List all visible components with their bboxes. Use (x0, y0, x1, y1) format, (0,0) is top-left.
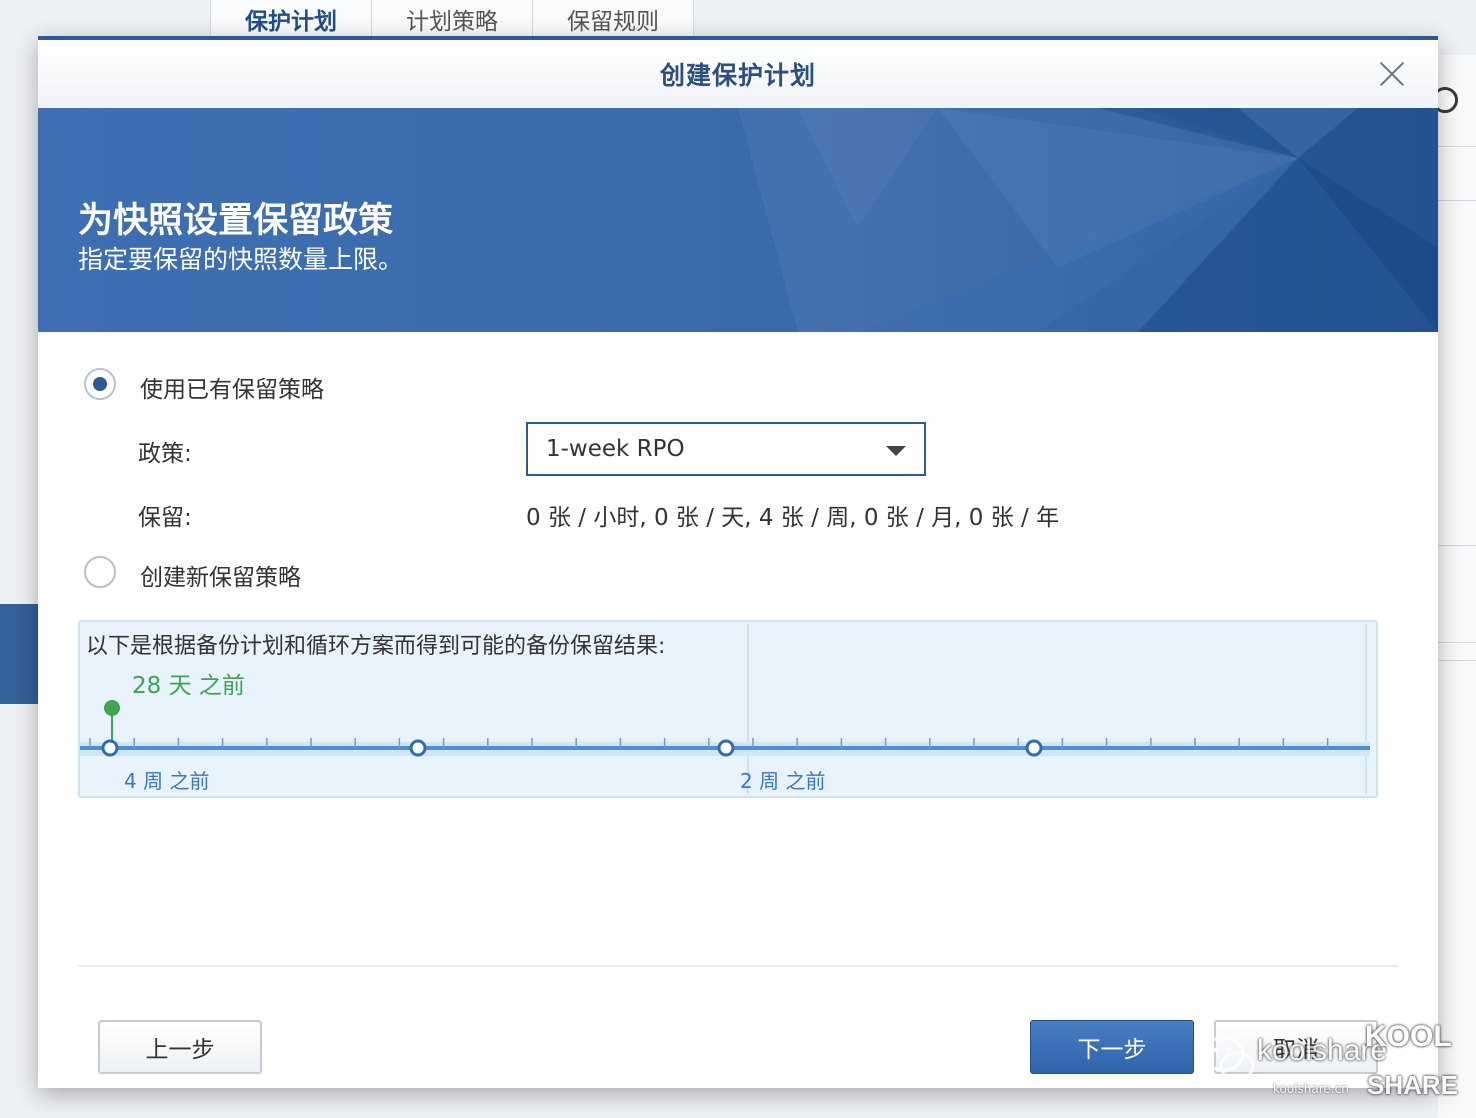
policy-select-value: 1-week RPO (546, 436, 685, 462)
banner-heading: 为快照设置保留政策 (78, 201, 394, 241)
snapshot-marker-green[interactable] (104, 700, 120, 716)
koolshare-watermark: koolshare koolshare.cn KOOL SHARE (1195, 1020, 1471, 1110)
background-divider (1438, 545, 1476, 546)
policy-select[interactable]: 1-week RPO (526, 422, 926, 476)
tab-plan-policy[interactable]: 计划策略 (371, 0, 532, 38)
footer-divider (78, 965, 1398, 967)
chevron-down-icon (886, 446, 906, 456)
previous-button[interactable]: 上一步 (98, 1020, 262, 1074)
tab-retention-rules[interactable]: 保留规则 (532, 0, 694, 38)
retention-label: 保留: (138, 505, 192, 531)
timeline-description: 以下是根据备份计划和循环方案而得到可能的备份保留结果: (86, 634, 666, 659)
timeline-tick-label: 2 周 之前 (740, 769, 826, 793)
timeline-marker-label: 28 天 之前 (132, 673, 245, 699)
snapshot-node[interactable] (1025, 739, 1043, 757)
wizard-banner: 为快照设置保留政策 指定要保留的快照数量上限。 (38, 108, 1438, 332)
close-icon[interactable] (1376, 58, 1408, 90)
retention-timeline: 以下是根据备份计划和循环方案而得到可能的备份保留结果: 28 天 之前 4 周 … (78, 620, 1378, 798)
create-protection-plan-dialog: 创建保护计划 为快照设置保留政策 指定要保留的快照数量上限。 使用已有保留策略 … (38, 36, 1438, 1088)
banner-subheading: 指定要保留的快照数量上限。 (78, 245, 404, 274)
next-button[interactable]: 下一步 (1030, 1020, 1194, 1074)
snapshot-node[interactable] (409, 739, 427, 757)
snapshot-node[interactable] (101, 739, 119, 757)
dialog-titlebar: 创建保护计划 (38, 40, 1438, 108)
background-sidebar-accent (0, 604, 40, 704)
create-new-policy-radio[interactable] (84, 556, 116, 588)
background-right-panel (1438, 55, 1476, 1118)
snapshot-node[interactable] (717, 739, 735, 757)
timeline-tick-label: 4 周 之前 (124, 769, 210, 793)
watermark-brand-bottom: SHARE (1367, 1070, 1459, 1100)
wechat-icon (1201, 1036, 1255, 1081)
retention-value: 0 张 / 小时, 0 张 / 天, 4 张 / 周, 0 张 / 月, 0 张… (526, 505, 1060, 531)
watermark-site: koolshare.cn (1273, 1082, 1349, 1096)
background-divider (1438, 660, 1476, 661)
use-existing-policy-label[interactable]: 使用已有保留策略 (140, 370, 324, 404)
watermark-brand-top: KOOL (1365, 1020, 1452, 1053)
background-divider (1438, 146, 1476, 147)
create-new-policy-label[interactable]: 创建新保留策略 (140, 558, 301, 592)
policy-label: 政策: (138, 441, 192, 467)
background-divider (1438, 642, 1476, 643)
background-tab-bar: 保护计划 计划策略 保留规则 (210, 0, 694, 38)
tab-protection-plan[interactable]: 保护计划 (210, 0, 371, 38)
dialog-title: 创建保护计划 (659, 61, 816, 90)
background-divider (1438, 200, 1476, 201)
use-existing-policy-radio[interactable] (84, 368, 116, 400)
